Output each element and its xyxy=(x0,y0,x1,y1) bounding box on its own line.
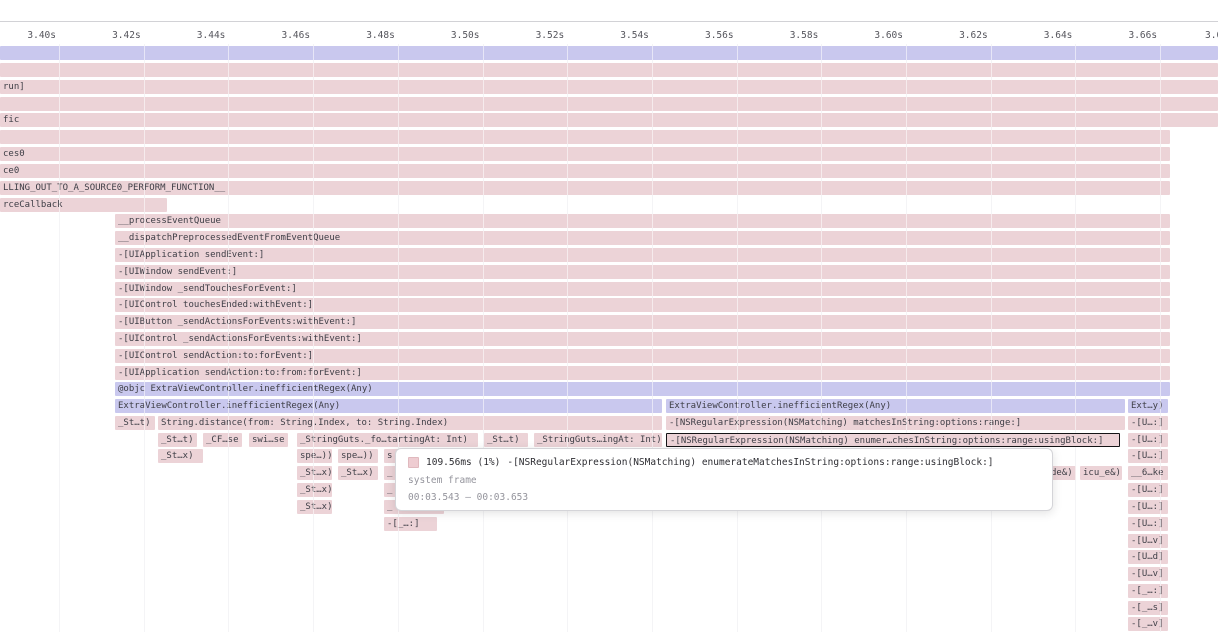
frame-bar[interactable]: -[U…:] xyxy=(1128,433,1168,447)
frame-bar[interactable]: -[_…v] xyxy=(1128,617,1168,631)
frame-bar[interactable]: -[UIControl _sendActionsForEvents:withEv… xyxy=(115,332,1170,346)
tick-label: 3.64s xyxy=(1044,30,1076,41)
frame-bar[interactable]: Ext…y) xyxy=(1128,399,1168,413)
frame-bar[interactable]: icu_e&) xyxy=(1080,466,1122,480)
frame-tooltip: 109.56ms (1%) -[NSRegularExpression(NSMa… xyxy=(395,448,1053,511)
frame-bar[interactable]: -[_…:] xyxy=(1128,584,1168,598)
frame-bar[interactable]: -[_…s] xyxy=(1128,601,1168,615)
frame-bar[interactable]: ExtraViewController.inefficientRegex(Any… xyxy=(666,399,1125,413)
tick-label: 3.44s xyxy=(197,30,229,41)
tick-label: 3.6 xyxy=(1205,30,1218,41)
frame-bar[interactable]: rceCallback xyxy=(0,198,167,212)
frame-bar[interactable]: _St…t) xyxy=(484,433,528,447)
tick-label: 3.62s xyxy=(959,30,991,41)
frame-bar[interactable]: ExtraViewController.inefficientRegex(Any… xyxy=(115,399,662,413)
frame-bar[interactable]: -[UIWindow sendEvent:] xyxy=(115,265,1170,279)
frame-bar[interactable]: _St…x) xyxy=(338,466,378,480)
gridline-overlay xyxy=(737,44,738,632)
tick-label: 3.40s xyxy=(27,30,59,41)
tick-label: 3.60s xyxy=(874,30,906,41)
tick-label: 3.58s xyxy=(790,30,822,41)
frame-bar[interactable]: ces0 xyxy=(0,147,1170,161)
gridline-overlay xyxy=(59,44,60,632)
frame-bar[interactable] xyxy=(0,97,1218,111)
frame-bar[interactable]: spe…)) xyxy=(297,449,332,463)
frame-bar[interactable]: String.distance(from: String.Index, to: … xyxy=(158,416,662,430)
frame-bar-selected[interactable]: -[NSRegularExpression(NSMatching) enumer… xyxy=(666,433,1120,447)
frame-bar[interactable]: -[U…:] xyxy=(1128,416,1168,430)
gridline-overlay xyxy=(313,44,314,632)
frame-bar[interactable] xyxy=(0,46,1218,60)
tick-label: 3.46s xyxy=(281,30,313,41)
flame-graph-chart: 3.40s 3.42s 3.44s 3.46s 3.48s 3.50s 3.52s 3.54s… xyxy=(0,0,1218,632)
frame-bar[interactable]: -[_…:] xyxy=(384,517,437,531)
frame-bar[interactable]: _St…x) xyxy=(297,466,332,480)
tooltip-symbol: -[NSRegularExpression(NSMatching) enumer… xyxy=(507,457,993,468)
frame-bar[interactable]: _CF…se xyxy=(203,433,242,447)
tooltip-subtitle: system frame xyxy=(408,475,1040,486)
gridline-overlay xyxy=(652,44,653,632)
frame-bar[interactable]: _St…x) xyxy=(297,500,332,514)
header-separator xyxy=(0,21,1218,22)
frame-bar[interactable]: -[U…v] xyxy=(1128,567,1168,581)
tooltip-title: 109.56ms (1%) -[NSRegularExpression(NSMa… xyxy=(408,457,1040,468)
frame-bar[interactable]: -[U…:] xyxy=(1128,517,1168,531)
frame-bar[interactable]: -[U…v] xyxy=(1128,534,1168,548)
frame-bar[interactable]: __dispatchPreprocessedEventFromEventQueu… xyxy=(115,231,1170,245)
frame-bar[interactable]: _StringGuts._fo…tartingAt: Int) xyxy=(297,433,478,447)
frame-bar[interactable]: _St…t) xyxy=(158,433,197,447)
gridline-overlay xyxy=(398,44,399,632)
gridline-overlay xyxy=(1075,44,1076,632)
tick-label: 3.42s xyxy=(112,30,144,41)
frame-bar[interactable]: -[U…d] xyxy=(1128,550,1168,564)
frame-bar[interactable]: -[UIWindow _sendTouchesForEvent:] xyxy=(115,282,1170,296)
frame-bar[interactable]: LLING_OUT_TO_A_SOURCE0_PERFORM_FUNCTION_… xyxy=(0,181,1170,195)
frame-bar[interactable]: -[UIControl touchesEnded:withEvent:] xyxy=(115,298,1170,312)
frame-bar[interactable]: fic xyxy=(0,113,1218,127)
frame-bar[interactable]: run] xyxy=(0,80,1218,94)
frame-bar[interactable]: -[U…:] xyxy=(1128,500,1168,514)
gridline-overlay xyxy=(483,44,484,632)
gridline-overlay xyxy=(821,44,822,632)
frame-bar[interactable]: _StringGuts…ingAt: Int) xyxy=(534,433,662,447)
gridline-overlay xyxy=(144,44,145,632)
frame-bar[interactable]: swi…se xyxy=(249,433,288,447)
tooltip-time-range: 00:03.543 — 00:03.653 xyxy=(408,492,1040,503)
frame-bar[interactable]: -[UIControl sendAction:to:forEvent:] xyxy=(115,349,1170,363)
frame-bar[interactable]: @objc ExtraViewController.inefficientReg… xyxy=(115,382,1170,396)
frame-bar[interactable]: -[UIButton _sendActionsForEvents:withEve… xyxy=(115,315,1170,329)
frame-bar[interactable] xyxy=(0,63,1218,77)
tick-label: 3.56s xyxy=(705,30,737,41)
tick-label: 3.66s xyxy=(1128,30,1160,41)
frame-bar[interactable]: -[UIApplication sendEvent:] xyxy=(115,248,1170,262)
tick-label: 3.54s xyxy=(620,30,652,41)
frame-bar[interactable] xyxy=(0,130,1170,144)
color-swatch-icon xyxy=(408,457,419,468)
frame-bar[interactable]: __6…ke xyxy=(1128,466,1168,480)
gridline-overlay xyxy=(991,44,992,632)
frame-bar[interactable]: _St…t) xyxy=(115,416,155,430)
frame-bar[interactable]: -[U…:] xyxy=(1128,449,1168,463)
frame-bar[interactable]: _St…x) xyxy=(158,449,203,463)
gridline-overlay xyxy=(228,44,229,632)
gridline-overlay xyxy=(567,44,568,632)
gridline-overlay xyxy=(906,44,907,632)
tick-label: 3.52s xyxy=(536,30,568,41)
frame-bar[interactable]: __processEventQueue xyxy=(115,214,1170,228)
frame-bar[interactable]: -[NSRegularExpression(NSMatching) matche… xyxy=(666,416,1125,430)
frame-bar[interactable]: -[U…:] xyxy=(1128,483,1168,497)
frame-bar[interactable]: -[UIApplication sendAction:to:from:forEv… xyxy=(115,366,1170,380)
tooltip-duration: 109.56ms (1%) xyxy=(426,457,500,468)
tick-label: 3.50s xyxy=(451,30,483,41)
frame-bar[interactable]: spe…)) xyxy=(338,449,378,463)
gridline-overlay xyxy=(1160,44,1161,632)
tick-label: 3.48s xyxy=(366,30,398,41)
frame-bar[interactable]: ce0 xyxy=(0,164,1170,178)
frame-bar[interactable]: _St…x) xyxy=(297,483,332,497)
